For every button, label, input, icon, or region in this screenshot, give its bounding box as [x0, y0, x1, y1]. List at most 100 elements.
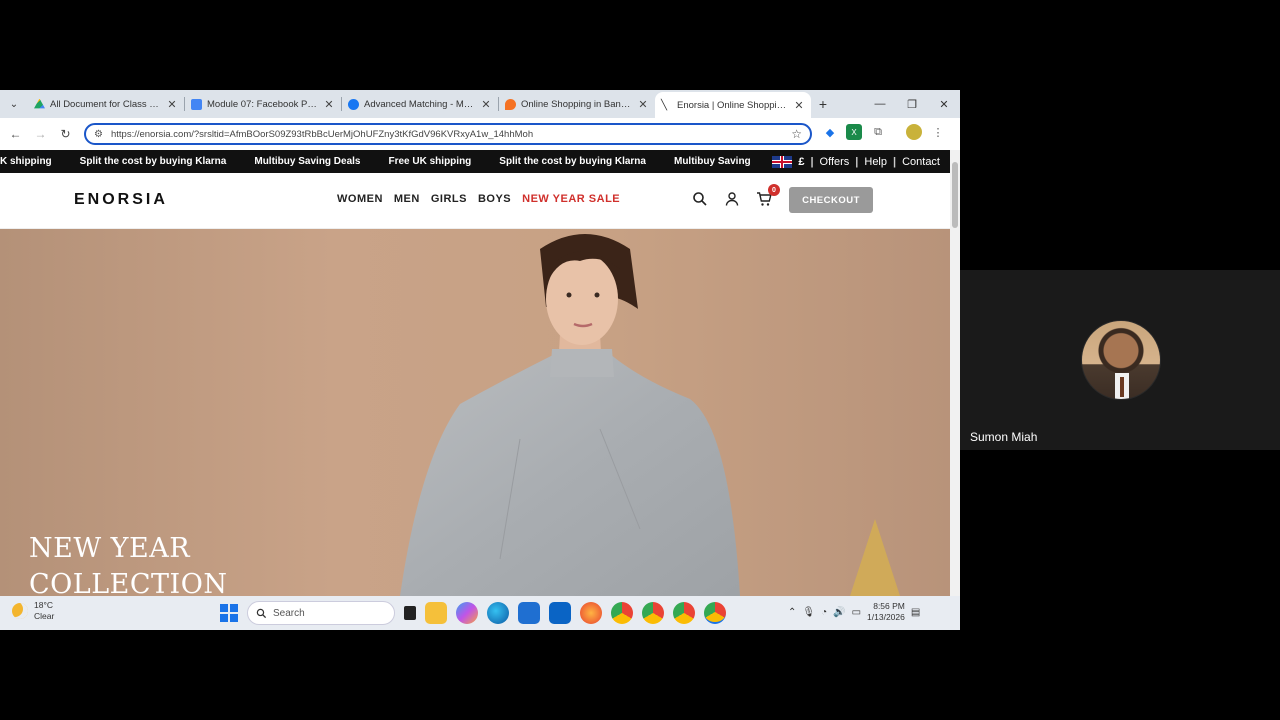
notifications-icon[interactable]: ▤	[911, 607, 920, 618]
tab-close-icon[interactable]: ✕	[637, 98, 649, 111]
promo-item: Split the cost by buying Klarna	[79, 156, 227, 167]
tab-advanced-matching[interactable]: Advanced Matching - Meta ✕	[342, 90, 498, 118]
top-utility-links: £ | Offers | Help | Contact	[764, 150, 950, 173]
copilot-icon[interactable]	[456, 602, 478, 624]
nav-women[interactable]: WOMEN	[337, 193, 383, 205]
currency-selector[interactable]: £	[798, 156, 804, 168]
participant-tile[interactable]: Sumon Miah	[960, 270, 1280, 450]
shared-screen: ⌄ All Document for Class - Go ✕ Module 0…	[0, 90, 960, 630]
task-view-icon[interactable]	[404, 606, 416, 620]
search-icon[interactable]	[692, 191, 708, 207]
nav-boys[interactable]: BOYS	[478, 193, 511, 205]
page-scrollbar[interactable]	[950, 150, 960, 596]
puzzle-extensions-icon[interactable]: ⧉	[870, 124, 886, 140]
wifi-icon[interactable]: ◔	[821, 607, 827, 618]
tab-close-icon[interactable]: ✕	[323, 98, 335, 111]
search-icon	[256, 608, 267, 618]
nav-men[interactable]: MEN	[394, 193, 420, 205]
chrome-profile-icon[interactable]	[642, 602, 664, 624]
screen-share-view: ⌄ All Document for Class - Go ✕ Module 0…	[0, 0, 1280, 720]
tab-enorsia[interactable]: ╲ Enorsia | Online Shopping F ✕	[655, 92, 811, 118]
taskbar-apps: Search	[220, 601, 726, 625]
site-settings-icon[interactable]: ⚙	[94, 129, 103, 140]
volume-icon[interactable]: 🔊	[833, 607, 845, 618]
store-icon[interactable]	[518, 602, 540, 624]
tab-close-icon[interactable]: ✕	[793, 99, 805, 112]
browser-tab-strip: ⌄ All Document for Class - Go ✕ Module 0…	[0, 90, 960, 118]
hero-title: NEW YEAR COLLECTION	[29, 531, 227, 596]
tab-title: All Document for Class - Go	[50, 98, 161, 110]
new-tab-plus-icon[interactable]: +	[811, 96, 835, 112]
microphone-icon[interactable]: 🎙	[802, 607, 815, 618]
battery-icon[interactable]: ▭	[852, 607, 861, 618]
profile-avatar-icon[interactable]	[906, 124, 922, 140]
outlook-icon[interactable]	[549, 602, 571, 624]
chrome-profile-icon-2[interactable]	[673, 602, 695, 624]
taskbar-search[interactable]: Search	[247, 601, 395, 625]
windows-start-icon[interactable]	[220, 604, 238, 622]
bookmark-star-icon[interactable]: ☆	[791, 127, 802, 141]
checkout-button[interactable]: CHECKOUT	[789, 187, 873, 213]
tab-search-chevron-icon[interactable]: ⌄	[0, 90, 28, 118]
tab-close-icon[interactable]: ✕	[166, 98, 178, 111]
account-icon[interactable]	[724, 191, 740, 207]
tab-all-document[interactable]: All Document for Class - Go ✕	[28, 90, 184, 118]
taskbar-clock[interactable]: 8:56 PM 1/13/2026	[867, 601, 905, 623]
hero-banner[interactable]: NEW YEAR COLLECTION	[0, 229, 950, 596]
weather-widget[interactable]: 18°C Clear	[12, 600, 54, 622]
file-explorer-icon[interactable]	[425, 602, 447, 624]
address-bar[interactable]: ⚙ https://enorsia.com/?srsltid=AfmBOorS0…	[84, 123, 812, 145]
uk-flag-icon[interactable]	[772, 155, 793, 168]
chrome-active-icon[interactable]	[704, 602, 726, 624]
firefox-icon[interactable]	[580, 602, 602, 624]
tag-extension-icon[interactable]: ◆	[822, 124, 838, 140]
more-menu-icon[interactable]: ⋮	[930, 124, 946, 140]
system-tray: ⌃ 🎙 ◔ 🔊 ▭ 8:56 PM 1/13/2026 ▤	[788, 601, 920, 623]
avatar-tie	[1120, 377, 1124, 397]
promo-track: K shipping Split the cost by buying Klar…	[0, 156, 751, 167]
cart-count-badge: 0	[768, 184, 780, 196]
promo-item: Free UK shipping	[388, 156, 472, 167]
header-icons: 0	[692, 184, 780, 207]
enorsia-icon: ╲	[661, 99, 668, 111]
clock-time: 8:56 PM	[873, 601, 905, 611]
nav-girls[interactable]: GIRLS	[431, 193, 467, 205]
hero-title-line2: COLLECTION	[29, 569, 228, 596]
nav-new-year-sale[interactable]: NEW YEAR SALE	[522, 193, 620, 205]
main-nav: WOMEN MEN GIRLS BOYS NEW YEAR SALE	[337, 193, 620, 205]
close-window-icon[interactable]: ✕	[928, 90, 960, 118]
divider: |	[810, 155, 814, 168]
promo-item: Split the cost by buying Klarna	[499, 156, 646, 167]
browser-toolbar: ← → ↻ ⚙ https://enorsia.com/?srsltid=Afm…	[0, 118, 960, 150]
help-link[interactable]: Help	[864, 156, 887, 168]
promo-item: Multibuy Saving Deals	[254, 156, 361, 167]
promo-item: Multibuy Saving	[673, 156, 751, 167]
tab-module-07[interactable]: Module 07: Facebook Pixel i ✕	[185, 90, 341, 118]
divider: |	[855, 155, 859, 168]
restore-icon[interactable]: ❐	[896, 90, 928, 118]
scrollbar-thumb[interactable]	[952, 162, 958, 228]
window-controls: — ❐ ✕	[864, 90, 960, 118]
tab-online-shopping-bd[interactable]: Online Shopping in Banglad ✕	[499, 90, 655, 118]
back-arrow-icon[interactable]: ←	[3, 122, 28, 146]
participant-avatar	[1081, 320, 1161, 400]
sheets-extension-icon[interactable]: X	[846, 124, 862, 140]
offers-link[interactable]: Offers	[820, 156, 850, 168]
divider: |	[893, 155, 897, 168]
reload-icon[interactable]: ↻	[53, 122, 78, 146]
forward-arrow-icon[interactable]: →	[28, 122, 53, 146]
url-text[interactable]: https://enorsia.com/?srsltid=AfmBOorS09Z…	[111, 129, 791, 140]
contact-link[interactable]: Contact	[902, 156, 940, 168]
tab-title: Module 07: Facebook Pixel i	[207, 98, 318, 110]
participant-name: Sumon Miah	[970, 430, 1038, 444]
edge-icon[interactable]	[487, 602, 509, 624]
minimize-icon[interactable]: —	[864, 90, 896, 118]
chrome-icon[interactable]	[611, 602, 633, 624]
site-logo[interactable]: ENORSIA	[74, 191, 168, 209]
site-header: ENORSIA WOMEN MEN GIRLS BOYS NEW YEAR SA…	[0, 173, 950, 229]
tab-close-icon[interactable]: ✕	[480, 98, 492, 111]
tray-overflow-icon[interactable]: ⌃	[788, 607, 796, 618]
clock-date: 1/13/2026	[867, 612, 905, 622]
google-docs-icon	[191, 98, 202, 110]
cart-button[interactable]: 0	[756, 184, 780, 207]
